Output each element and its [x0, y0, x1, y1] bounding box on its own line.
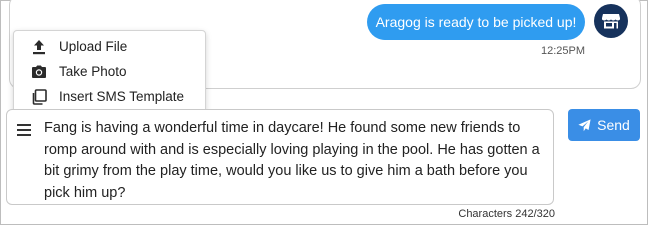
paper-plane-icon	[578, 118, 591, 131]
copy-template-icon	[31, 89, 47, 105]
send-button-label: Send	[597, 117, 630, 133]
upload-icon	[31, 39, 47, 55]
character-count: Characters 242/320	[458, 208, 555, 220]
hamburger-menu-icon[interactable]	[17, 123, 31, 136]
attach-menu: Upload File Take Photo Insert SMS Templa…	[13, 30, 206, 114]
menu-item-upload-file[interactable]: Upload File	[14, 35, 205, 60]
message-composer[interactable]: Fang is having a wonderful time in dayca…	[6, 109, 554, 205]
store-icon	[602, 14, 620, 29]
sms-conversation-panel: Aragog is ready to be picked up! 12:25PM…	[0, 0, 648, 225]
menu-item-label: Upload File	[59, 39, 128, 54]
message-input[interactable]: Fang is having a wonderful time in dayca…	[44, 118, 549, 204]
menu-item-take-photo[interactable]: Take Photo	[14, 60, 205, 85]
outgoing-message-bubble: Aragog is ready to be picked up!	[367, 4, 585, 40]
send-button[interactable]: Send	[568, 109, 640, 141]
menu-item-label: Insert SMS Template	[59, 89, 185, 104]
menu-item-label: Take Photo	[59, 64, 127, 79]
message-timestamp: 12:25PM	[540, 45, 585, 57]
camera-icon	[31, 64, 47, 80]
menu-item-insert-sms-template[interactable]: Insert SMS Template	[14, 85, 205, 110]
business-avatar	[594, 4, 628, 38]
